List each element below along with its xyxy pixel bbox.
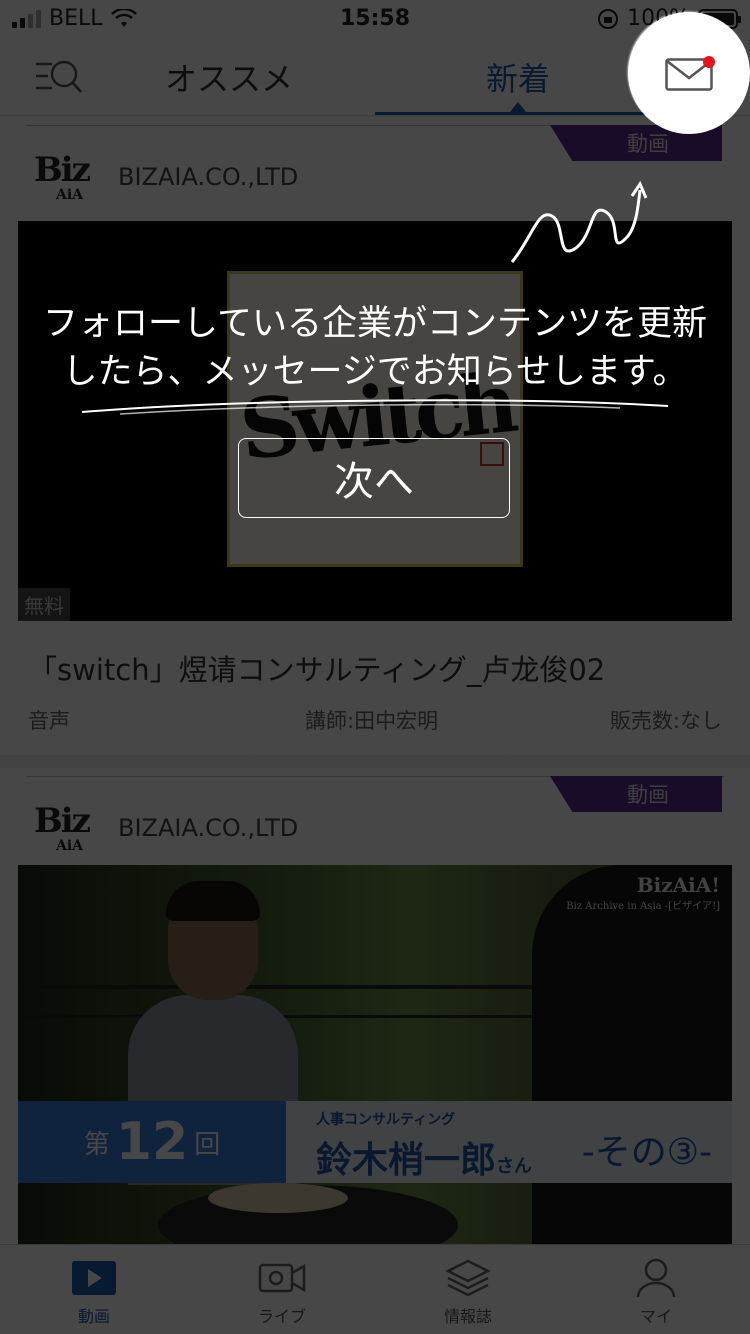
company-logo: Biz AiA xyxy=(34,804,94,856)
status-bar: BELL 15:58 100% xyxy=(0,0,750,40)
logo-subtext: AiA xyxy=(56,187,84,203)
bottom-tab-bar: 動画 ライブ 情報誌 マイ xyxy=(0,1244,750,1334)
plate xyxy=(208,1183,348,1213)
episode-box: 第 12 回 xyxy=(18,1101,286,1183)
content-title[interactable]: 「switch」煜请コンサルティング_卢龙俊02 xyxy=(28,647,605,689)
speaker-category: 人事コンサルティング xyxy=(316,1112,456,1128)
brand-watermark: BizAiA! Biz Archive in Asia -[ビザイア!] xyxy=(566,873,720,912)
pointer-arrow-icon xyxy=(510,180,648,263)
lecturer-name: 講師:田中宏明 xyxy=(305,709,439,733)
tab-recommended[interactable]: オススメ xyxy=(165,54,293,100)
brand-name: BizAiA! xyxy=(636,873,720,897)
tutorial-line-2: したら、メッセージでお知らせします。 xyxy=(62,352,688,392)
price-tag: 無料 xyxy=(18,588,70,621)
tutorial-message: フォローしている企業がコンテンツを更新 したら、メッセージでお知らせします。 xyxy=(30,300,720,396)
logo-text: Biz xyxy=(34,801,91,841)
tab-new[interactable]: 新着 xyxy=(486,54,550,100)
brand-subtitle: Biz Archive in Asia -[ビザイア!] xyxy=(566,901,720,912)
content-card[interactable]: 動画 Biz AiA BIZAIA.CO.,LTD BizAiA! Biz Ar… xyxy=(0,768,750,1248)
tabbar-my-label: マイ xyxy=(639,1307,672,1326)
company-name[interactable]: BIZAIA.CO.,LTD xyxy=(118,814,298,842)
company-logo: Biz AiA xyxy=(34,153,94,205)
tabbar-live-label: ライブ xyxy=(257,1307,306,1326)
play-icon xyxy=(70,1257,118,1297)
active-tab-caret xyxy=(510,102,526,112)
next-button[interactable]: 次へ xyxy=(238,438,510,518)
video-thumbnail[interactable]: BizAiA! Biz Archive in Asia -[ビザイア!] 第 1… xyxy=(18,865,732,1248)
tabbar-magazine[interactable]: 情報誌 xyxy=(408,1257,528,1327)
tabbar-magazine-label: 情報誌 xyxy=(443,1307,492,1326)
search-list-icon[interactable] xyxy=(34,56,84,100)
video-camera-icon xyxy=(258,1263,306,1293)
episode-prefix: 第 xyxy=(83,1129,110,1160)
speaker-name-text: 鈴木梢一郎 xyxy=(316,1140,497,1181)
speaker-suffix: さん xyxy=(496,1156,533,1177)
tabbar-live[interactable]: ライブ xyxy=(222,1257,342,1327)
logo-subtext: AiA xyxy=(56,838,84,854)
interviewer-figure xyxy=(532,865,732,1248)
logo-text: Biz xyxy=(34,150,91,190)
speaker-caption: 人事コンサルティング 鈴木梢一郎さん -その③- xyxy=(286,1101,732,1183)
speaker-name: 鈴木梢一郎さん xyxy=(316,1131,532,1183)
tutorial-line-1: フォローしている企業がコンテンツを更新 xyxy=(43,304,707,344)
video-badge: 動画 xyxy=(550,776,722,812)
tabbar-video-label: 動画 xyxy=(77,1307,110,1326)
message-underline xyxy=(81,399,669,415)
user-icon xyxy=(636,1258,676,1297)
notification-dot xyxy=(703,56,715,68)
orientation-lock-icon xyxy=(598,8,619,29)
company-name[interactable]: BIZAIA.CO.,LTD xyxy=(118,163,298,191)
sales-count: 販売数:なし xyxy=(609,709,722,733)
content-thumbnail[interactable]: Switch 無料 xyxy=(18,221,732,621)
layers-icon xyxy=(445,1259,491,1297)
episode-number: 12 xyxy=(115,1112,189,1172)
active-tab-indicator xyxy=(375,112,663,115)
tabbar-my[interactable]: マイ xyxy=(596,1257,716,1327)
content-type: 音声 xyxy=(28,709,70,733)
episode-suffix: 回 xyxy=(194,1129,221,1160)
tabbar-video[interactable]: 動画 xyxy=(34,1257,154,1327)
episode-part: -その③- xyxy=(581,1132,712,1173)
